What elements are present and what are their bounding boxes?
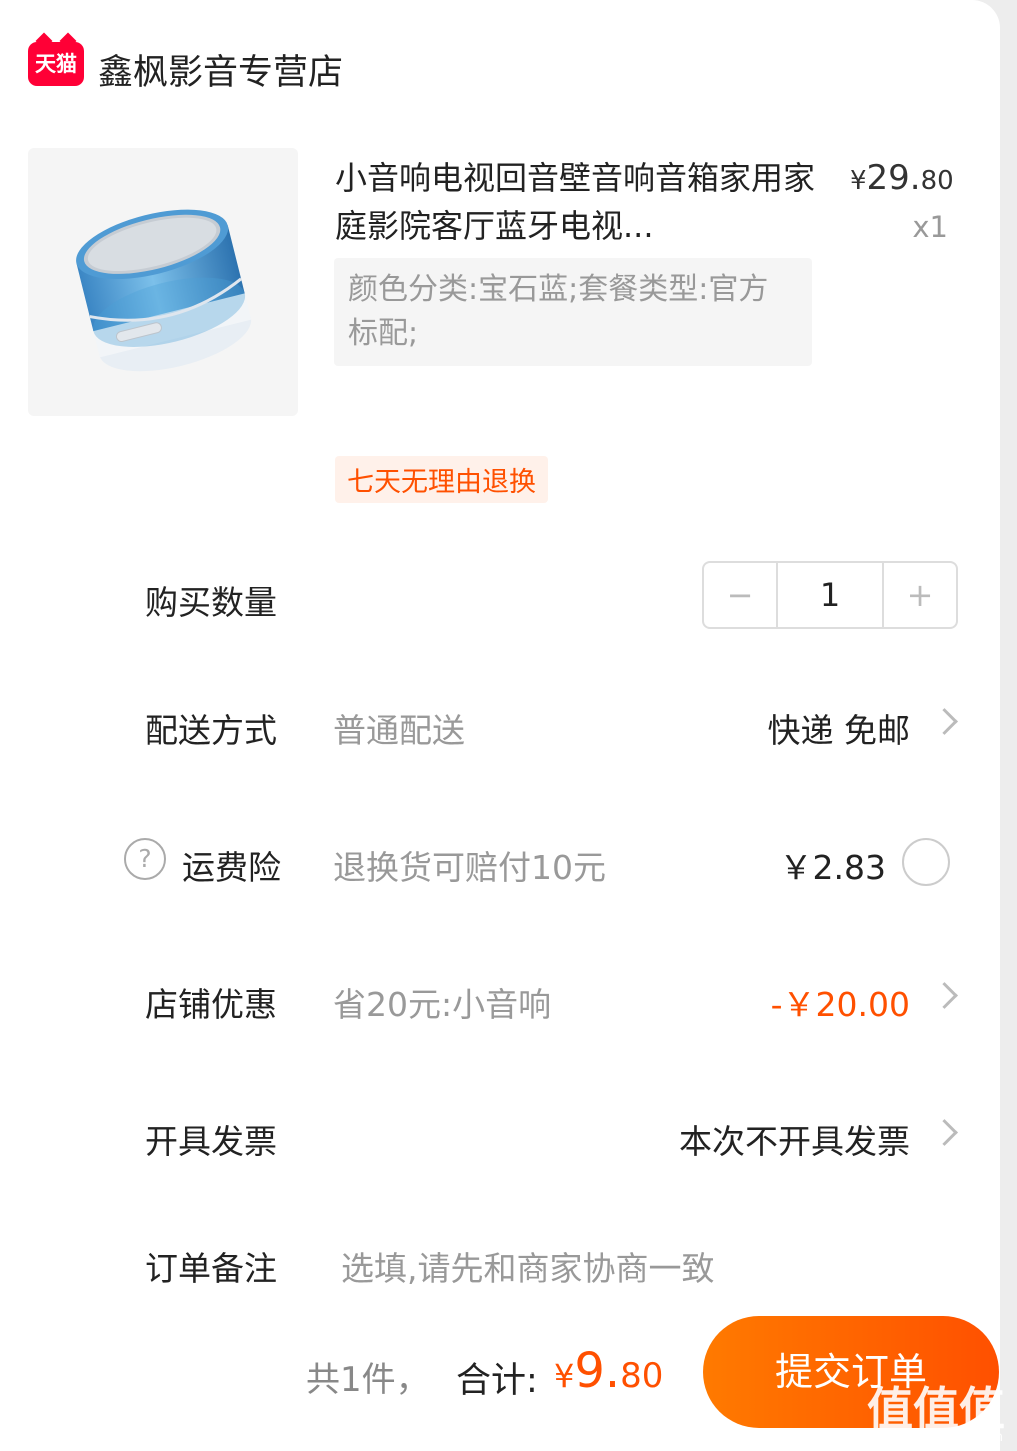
discount-chevron-right-icon[interactable] [931, 982, 958, 1009]
quantity-value[interactable]: 1 [776, 563, 884, 627]
insurance-radio[interactable] [902, 838, 950, 886]
order-note-input[interactable]: 选填,请先和商家协商一致 [341, 1242, 715, 1290]
product-quantity: x1 [912, 210, 948, 244]
price-currency: ¥ [850, 166, 867, 196]
bluetooth-speaker-image [76, 209, 252, 372]
shop-name[interactable]: 鑫枫影音专营店 [98, 44, 343, 95]
total-amount: ¥9.80 [554, 1343, 663, 1399]
decrease-quantity-button[interactable]: − [704, 563, 776, 627]
delivery-chevron-right-icon[interactable] [931, 708, 958, 735]
product-title[interactable]: 小音响电视回音壁音响音箱家用家庭影院客厅蓝牙电视... [335, 154, 825, 250]
insurance-label: 运费险 [182, 848, 281, 887]
delivery-method: 普通配送 [333, 711, 465, 750]
discount-description: 省20元:小音响 [333, 985, 552, 1024]
item-count: 共1件， [306, 1360, 430, 1400]
quantity-label: 购买数量 [145, 583, 277, 622]
help-icon[interactable]: ? [124, 838, 166, 880]
invoice-option[interactable]: 本次不开具发票 [679, 1115, 910, 1163]
product-price: ¥29.80 [850, 158, 954, 198]
invoice-label: 开具发票 [145, 1122, 277, 1161]
total-currency: ¥ [554, 1357, 575, 1395]
increase-quantity-button[interactable]: + [884, 563, 956, 627]
watermark-url: zhizhizhi.com [915, 1430, 1003, 1445]
delivery-option[interactable]: 快递 免邮 [768, 704, 911, 752]
delivery-label: 配送方式 [145, 711, 277, 750]
discount-label: 店铺优惠 [145, 985, 277, 1024]
product-image[interactable] [28, 148, 298, 416]
order-note-label: 订单备注 [145, 1249, 277, 1288]
discount-amount[interactable]: -￥20.00 [771, 978, 910, 1026]
price-decimal: 80 [920, 166, 954, 196]
insurance-description: 退换货可赔付10元 [333, 848, 606, 887]
quantity-stepper: − 1 + [702, 561, 958, 629]
return-policy-tag: 七天无理由退换 [335, 456, 548, 503]
product-spec: 颜色分类:宝石蓝;套餐类型:官方标配; [334, 258, 812, 366]
order-card: 天猫 鑫枫影音专营店 小音响电视回音壁音响音箱家用家庭影院客厅蓝牙电视... ¥… [0, 0, 1000, 1451]
total-decimal: 80 [620, 1356, 664, 1396]
tmall-logo-icon: 天猫 [28, 42, 84, 86]
total-integer: 9. [574, 1343, 621, 1399]
total-label: 合计: [456, 1361, 538, 1401]
insurance-price: ￥2.83 [779, 848, 886, 887]
price-integer: 29. [866, 158, 921, 198]
invoice-chevron-right-icon[interactable] [931, 1119, 958, 1146]
